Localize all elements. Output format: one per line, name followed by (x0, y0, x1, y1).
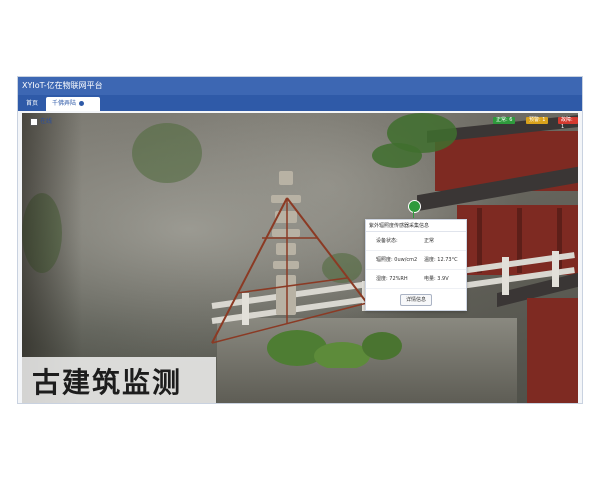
rail-post (502, 257, 509, 295)
sensor-marker-stem (413, 212, 414, 218)
tab-monitor-label: 千佛弄陆 (52, 100, 77, 107)
popup-row: 设备状态: 正常 (366, 232, 466, 251)
popup-row-value: 电量: 3.9V (424, 276, 449, 282)
popup-row-value: 温度: 12.73°C (424, 257, 458, 263)
legend-fault[interactable]: 故障: 1 (558, 117, 578, 130)
caption-text: 古建筑监测 (32, 366, 183, 399)
tree-foliage (372, 143, 422, 168)
online-checkbox-label: 在线 (40, 118, 53, 125)
popup-title: 紫外辐照度传感器采集信息 (366, 220, 466, 232)
popup-row-label: 辐照度: 0uw/cm2 (376, 257, 418, 263)
moss-patch (132, 123, 202, 183)
tab-home-label: 首页 (26, 100, 39, 107)
app-title: XYIoT-亿在物联网平台 (18, 77, 582, 95)
tab-close-icon[interactable] (79, 101, 85, 106)
legend-warn[interactable]: 预警: 1 (526, 117, 549, 124)
tab-monitor[interactable]: 千佛弄陆 (46, 97, 100, 111)
sensor-marker-icon[interactable] (408, 200, 421, 213)
detail-button[interactable]: 详情信息 (400, 294, 432, 306)
popup-row: 湿度: 72%RH 电量: 3.9V (366, 270, 466, 289)
legend-normal[interactable]: 正常: 6 (493, 117, 516, 124)
sensor-info-popup: 紫外辐照度传感器采集信息 设备状态: 正常 辐照度: 0uw/cm2 温度: 1… (365, 219, 467, 311)
tab-bar: 首页 千佛弄陆 (18, 95, 582, 111)
popup-row: 辐照度: 0uw/cm2 温度: 12.73°C (366, 251, 466, 270)
monitoring-scene: 在线 正常: 6 预警: 1 故障: 1 紫外辐照度传感器采集信息 设备状态: … (22, 113, 578, 403)
pagoda-tier (279, 171, 293, 185)
popup-row-label: 湿度: 72%RH (376, 276, 408, 282)
popup-row-label: 设备状态: (376, 238, 398, 244)
shrubs (267, 330, 402, 368)
online-checkbox[interactable] (30, 118, 38, 126)
popup-row-value: 正常 (424, 238, 435, 244)
app-window: XYIoT-亿在物联网平台 首页 千佛弄陆 在线 正常: 6 预警: 1 故障:… (17, 76, 583, 404)
rail-post (552, 251, 559, 287)
tab-home[interactable]: 首页 (20, 97, 44, 111)
